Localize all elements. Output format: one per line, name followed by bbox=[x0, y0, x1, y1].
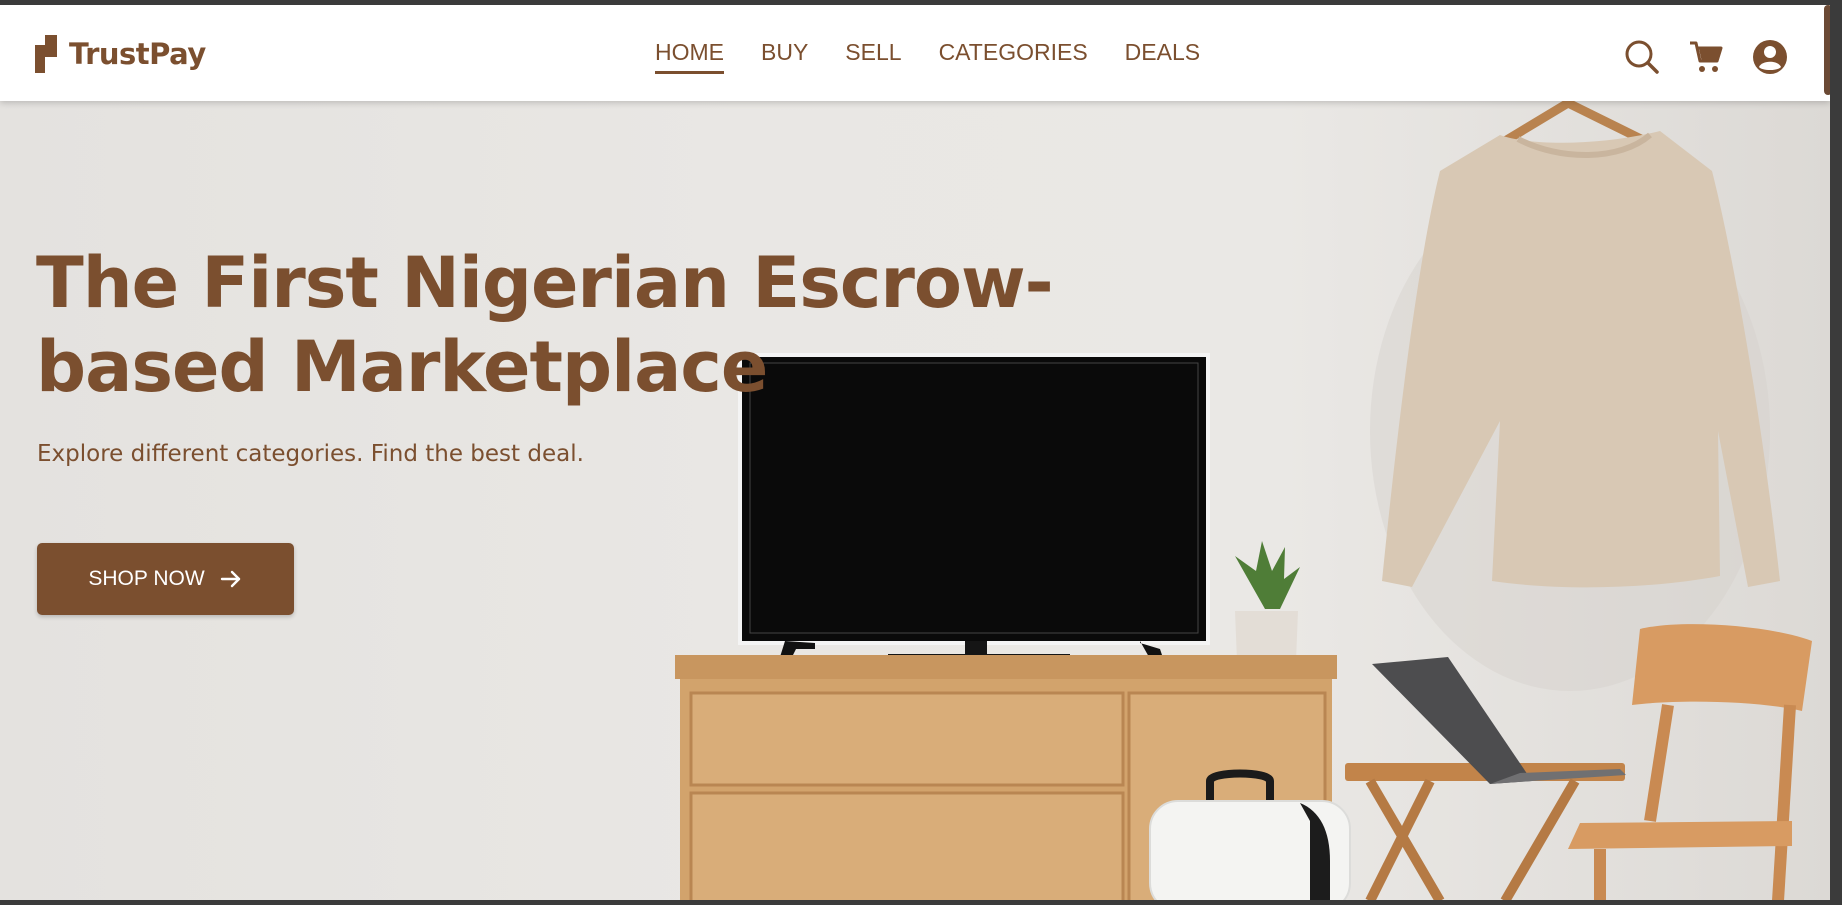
hero-image bbox=[675, 101, 1812, 900]
hero-headline: The First Nigerian Escrow-based Marketpl… bbox=[36, 242, 1054, 408]
hanger-image bbox=[1500, 101, 1650, 146]
search-icon[interactable] bbox=[1624, 39, 1660, 75]
nav-categories[interactable]: CATEGORIES bbox=[939, 39, 1088, 74]
nav-buy[interactable]: BUY bbox=[761, 39, 808, 74]
main-nav: HOME BUY SELL CATEGORIES DEALS bbox=[655, 39, 1237, 74]
brand-logo[interactable]: TrustPay bbox=[35, 34, 206, 74]
scrollbar-thumb[interactable] bbox=[1824, 5, 1830, 95]
logo-mark-icon bbox=[35, 35, 57, 73]
brand-name: TrustPay bbox=[69, 37, 206, 71]
shop-now-label: SHOP NOW bbox=[88, 567, 205, 590]
nav-home[interactable]: HOME bbox=[655, 39, 724, 74]
browser-viewport: TrustPay HOME BUY SELL CATEGORIES DEALS bbox=[0, 5, 1830, 900]
shop-now-button[interactable]: SHOP NOW bbox=[37, 543, 294, 615]
nav-sell[interactable]: SELL bbox=[845, 39, 901, 74]
nav-deals[interactable]: DEALS bbox=[1125, 39, 1200, 74]
account-icon[interactable] bbox=[1752, 39, 1788, 75]
plant-image bbox=[1235, 541, 1300, 667]
header-actions bbox=[1624, 39, 1788, 75]
cart-icon[interactable] bbox=[1688, 39, 1724, 75]
site-header: TrustPay HOME BUY SELL CATEGORIES DEALS bbox=[0, 5, 1830, 101]
arrow-right-icon bbox=[220, 570, 240, 588]
hero-subheadline: Explore different categories. Find the b… bbox=[37, 441, 584, 467]
hero-section: The First Nigerian Escrow-based Marketpl… bbox=[0, 101, 1830, 900]
